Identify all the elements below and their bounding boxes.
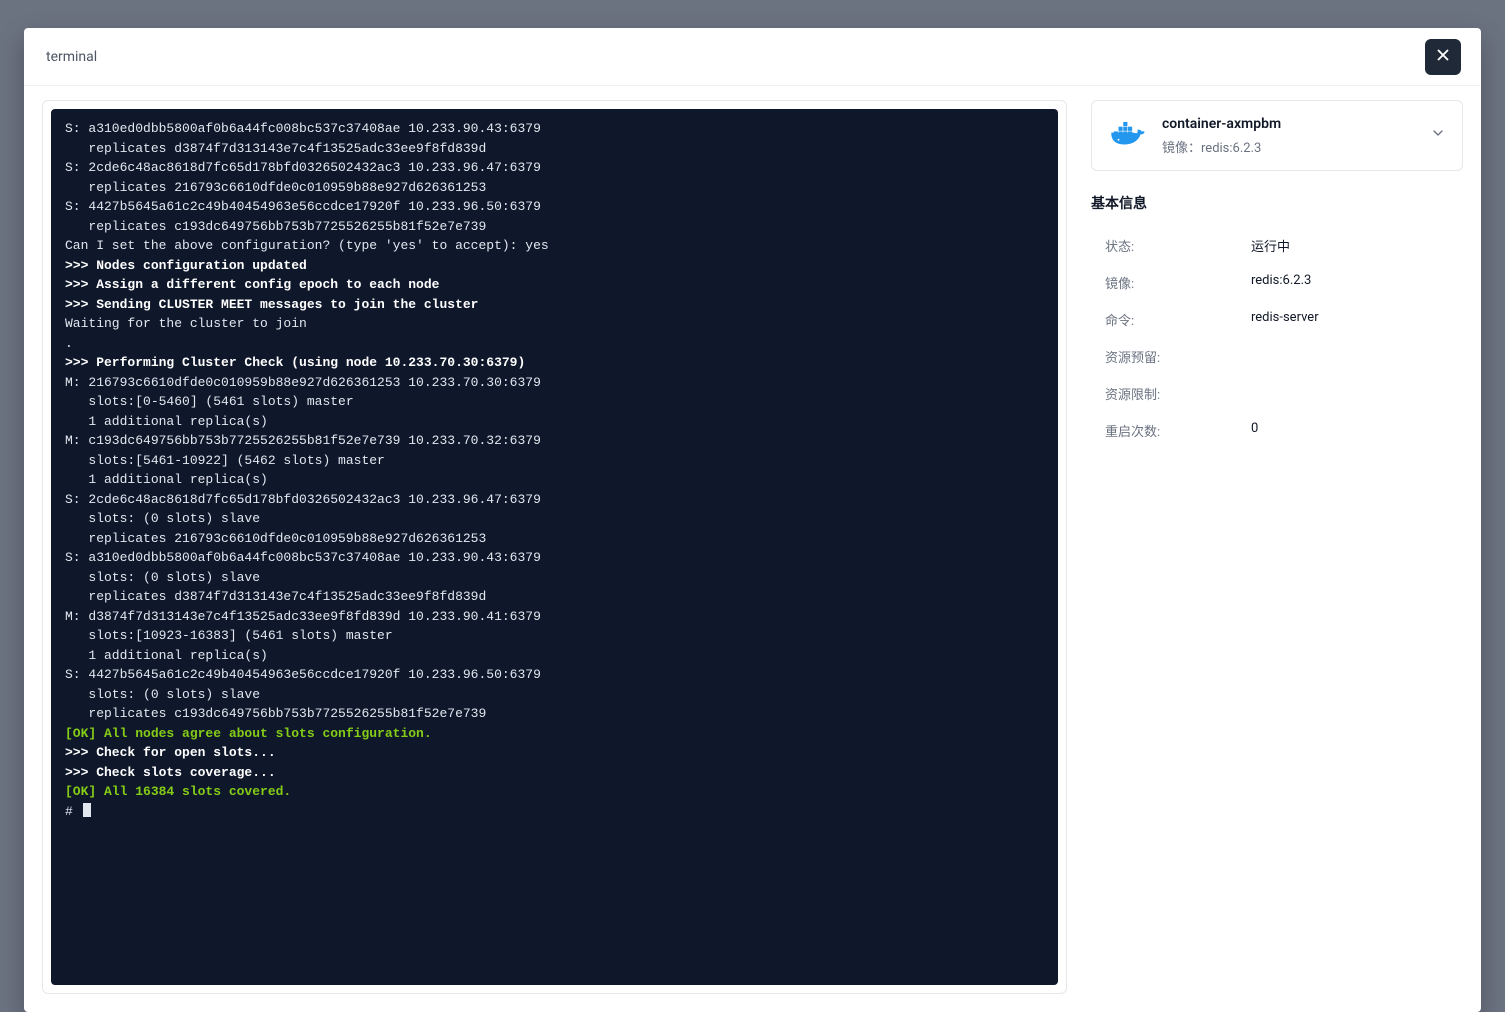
terminal-line: . [65,334,1040,354]
terminal-line: slots: (0 slots) slave [65,509,1040,529]
terminal-line: slots: (0 slots) slave [65,568,1040,588]
terminal-panel: S: a310ed0dbb5800af0b6a44fc008bc537c3740… [42,100,1067,994]
info-value [1251,384,1463,403]
info-label: 重启次数: [1105,421,1251,440]
container-image: 镜像：redis:6.2.3 [1162,137,1416,156]
info-row: 镜像:redis:6.2.3 [1091,264,1463,301]
terminal-line: >>> Sending CLUSTER MEET messages to joi… [65,295,1040,315]
modal-body: S: a310ed0dbb5800af0b6a44fc008bc537c3740… [24,86,1481,1012]
side-panel: container-axmpbm 镜像：redis:6.2.3 基本信息 状态:… [1091,100,1463,994]
modal-header: terminal [24,28,1481,86]
terminal-line: slots: (0 slots) slave [65,685,1040,705]
info-value [1251,347,1463,366]
info-label: 镜像: [1105,273,1251,292]
terminal-line: [OK] All nodes agree about slots configu… [65,724,1040,744]
chevron-down-icon [1430,125,1446,145]
container-text: container-axmpbm 镜像：redis:6.2.3 [1162,115,1416,156]
terminal-modal: terminal S: a310ed0dbb5800af0b6a44fc008b… [24,28,1481,1012]
terminal-line: M: 216793c6610dfde0c010959b88e927d626361… [65,373,1040,393]
terminal-line: 1 additional replica(s) [65,412,1040,432]
terminal-line: 1 additional replica(s) [65,646,1040,666]
terminal-line: replicates c193dc649756bb753b7725526255b… [65,704,1040,724]
terminal-line: >>> Check slots coverage... [65,763,1040,783]
terminal-line: Can I set the above configuration? (type… [65,236,1040,256]
terminal-line: S: 4427b5645a61c2c49b40454963e56ccdce179… [65,197,1040,217]
info-label: 命令: [1105,310,1251,329]
terminal-line: 1 additional replica(s) [65,470,1040,490]
terminal[interactable]: S: a310ed0dbb5800af0b6a44fc008bc537c3740… [51,109,1058,985]
info-section-title: 基本信息 [1091,193,1463,213]
terminal-line: >>> Assign a different config epoch to e… [65,275,1040,295]
terminal-line: replicates 216793c6610dfde0c010959b88e92… [65,178,1040,198]
terminal-line: slots:[0-5460] (5461 slots) master [65,392,1040,412]
terminal-line: slots:[5461-10922] (5462 slots) master [65,451,1040,471]
terminal-line: replicates 216793c6610dfde0c010959b88e92… [65,529,1040,549]
terminal-line: S: 2cde6c48ac8618d7fc65d178bfd0326502432… [65,490,1040,510]
info-row: 重启次数:0 [1091,412,1463,449]
info-value: redis:6.2.3 [1251,273,1463,292]
terminal-line: replicates d3874f7d313143e7c4f13525adc33… [65,587,1040,607]
info-row: 资源预留: [1091,338,1463,375]
terminal-line: S: 4427b5645a61c2c49b40454963e56ccdce179… [65,665,1040,685]
info-row: 命令:redis-server [1091,301,1463,338]
terminal-line: >>> Check for open slots... [65,743,1040,763]
terminal-line: # [65,802,1040,822]
terminal-line: >>> Performing Cluster Check (using node… [65,353,1040,373]
terminal-line: M: d3874f7d313143e7c4f13525adc33ee9f8fd8… [65,607,1040,627]
terminal-line: replicates d3874f7d313143e7c4f13525adc33… [65,139,1040,159]
terminal-output[interactable]: S: a310ed0dbb5800af0b6a44fc008bc537c3740… [65,119,1040,975]
info-label: 状态: [1105,236,1251,255]
terminal-line: replicates c193dc649756bb753b7725526255b… [65,217,1040,237]
info-row: 状态:运行中 [1091,227,1463,264]
info-label: 资源预留: [1105,347,1251,366]
terminal-line: S: a310ed0dbb5800af0b6a44fc008bc537c3740… [65,548,1040,568]
info-list: 状态:运行中镜像:redis:6.2.3命令:redis-server资源预留:… [1091,227,1463,449]
terminal-line: S: 2cde6c48ac8618d7fc65d178bfd0326502432… [65,158,1040,178]
info-value: redis-server [1251,310,1463,329]
terminal-line: >>> Nodes configuration updated [65,256,1040,276]
info-value: 0 [1251,421,1463,440]
close-button[interactable] [1425,39,1461,75]
info-value: 运行中 [1251,236,1463,255]
info-row: 资源限制: [1091,375,1463,412]
terminal-cursor [83,803,91,817]
terminal-line: S: a310ed0dbb5800af0b6a44fc008bc537c3740… [65,119,1040,139]
terminal-line: Waiting for the cluster to join [65,314,1040,334]
docker-icon [1108,115,1148,155]
modal-title: terminal [46,49,97,65]
info-label: 资源限制: [1105,384,1251,403]
terminal-line: M: c193dc649756bb753b7725526255b81f52e7e… [65,431,1040,451]
terminal-line: slots:[10923-16383] (5461 slots) master [65,626,1040,646]
close-icon [1434,46,1452,68]
terminal-line: [OK] All 16384 slots covered. [65,782,1040,802]
container-name: container-axmpbm [1162,115,1416,135]
container-card[interactable]: container-axmpbm 镜像：redis:6.2.3 [1091,100,1463,171]
